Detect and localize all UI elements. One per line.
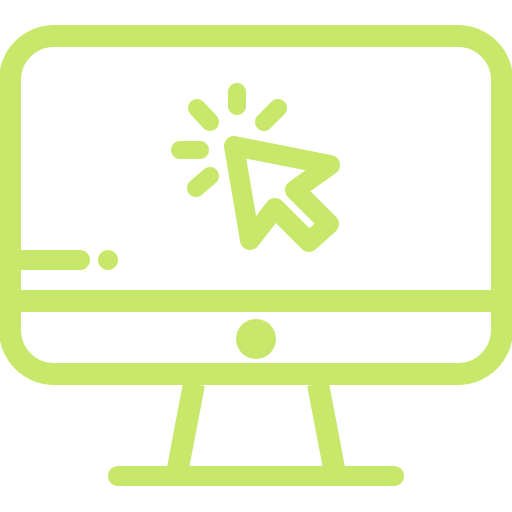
burst-ray-top-right: [255, 99, 287, 131]
computer-click-icon: [0, 25, 512, 486]
cursor-arrow-icon: [224, 136, 340, 252]
power-button-icon: [236, 319, 276, 359]
monitor-stand-left-leg: [167, 381, 205, 471]
burst-ray-bottom-left: [187, 167, 219, 197]
burst-ray-top-left: [188, 99, 219, 131]
screen-accent-dot: [98, 250, 118, 270]
computer-click-illustration: [0, 0, 512, 512]
monitor-stand-right-leg: [307, 381, 345, 471]
